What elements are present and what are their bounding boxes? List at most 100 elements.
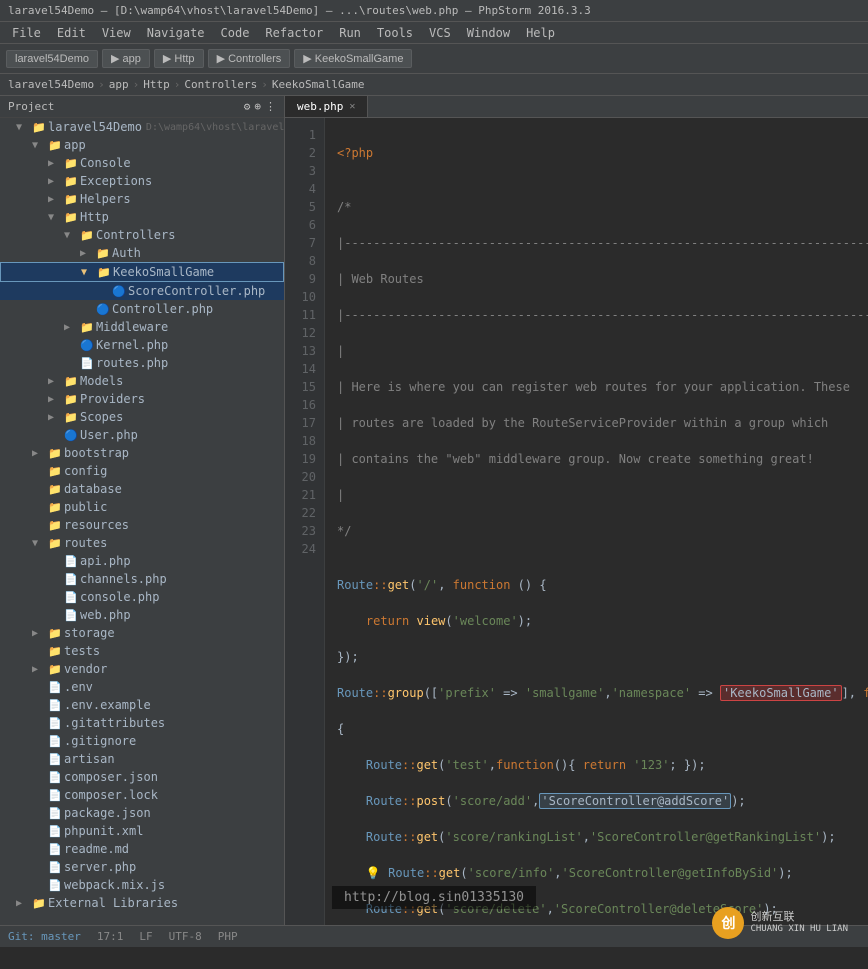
line-numbers: 1 2 3 4 5 6 7 8 9 10 11 12 13 14 15 16 1 <box>285 118 325 925</box>
tree-item-readme[interactable]: 📄 readme.md <box>0 840 284 858</box>
status-git: Git: master <box>8 930 81 943</box>
code-container: 1 2 3 4 5 6 7 8 9 10 11 12 13 14 15 16 1 <box>285 118 868 925</box>
menu-tools[interactable]: Tools <box>369 24 421 42</box>
toolbar-project-btn[interactable]: laravel54Demo <box>6 50 98 68</box>
tree-item-laravel54demo[interactable]: ▼ 📁 laravel54Demo D:\wamp64\vhost\larave… <box>0 118 284 136</box>
tree-item-auth[interactable]: ▶ 📁 Auth <box>0 244 284 262</box>
tree-item-keekosm[interactable]: ▼ 📁 KeekoSmallGame <box>0 262 284 282</box>
code-line-15: return view('welcome'); <box>337 612 868 630</box>
menu-refactor[interactable]: Refactor <box>257 24 331 42</box>
menu-view[interactable]: View <box>94 24 139 42</box>
tab-web-php[interactable]: web.php ✕ <box>285 96 368 117</box>
tree-item-vendor[interactable]: ▶ 📁 vendor <box>0 660 284 678</box>
sidebar-gear-icon[interactable]: ⋮ <box>265 100 276 113</box>
toolbar-http-btn[interactable]: ▶ Http <box>154 49 204 68</box>
editor-area[interactable]: 1 2 3 4 5 6 7 8 9 10 11 12 13 14 15 16 1 <box>285 118 868 925</box>
tree-item-scopes[interactable]: ▶ 📁 Scopes <box>0 408 284 426</box>
tree-item-http[interactable]: ▼ 📁 Http <box>0 208 284 226</box>
tree-item-artisan[interactable]: 📄 artisan <box>0 750 284 768</box>
code-line-9: | routes are loaded by the RouteServiceP… <box>337 414 868 432</box>
tree-item-server[interactable]: 📄 server.php <box>0 858 284 876</box>
tree-item-console-php[interactable]: 📄 console.php <box>0 588 284 606</box>
breadcrumb-item-http[interactable]: Http <box>143 78 170 91</box>
tree-item-storage[interactable]: ▶ 📁 storage <box>0 624 284 642</box>
tree-item-web-php[interactable]: 📄 web.php <box>0 606 284 624</box>
file-icon: 📄 <box>80 357 96 370</box>
folder-icon: 📁 <box>48 627 64 640</box>
sidebar-expand-icon[interactable]: ⊕ <box>254 100 261 113</box>
code-line-17: Route::group(['prefix' => 'smallgame','n… <box>337 684 868 702</box>
tree-item-user[interactable]: 🔵 User.php <box>0 426 284 444</box>
sidebar-settings-icon[interactable]: ⚙ <box>244 100 251 113</box>
breadcrumb-item-project[interactable]: laravel54Demo <box>8 78 94 91</box>
tree-item-controllers[interactable]: ▼ 📁 Controllers <box>0 226 284 244</box>
folder-icon: 📁 <box>48 447 64 460</box>
folder-icon: 📁 <box>80 321 96 334</box>
folder-icon: 📁 <box>64 211 80 224</box>
code-content[interactable]: <?php /* |------------------------------… <box>325 118 868 925</box>
tree-item-package-json[interactable]: 📄 package.json <box>0 804 284 822</box>
tree-item-exceptions[interactable]: ▶ 📁 Exceptions <box>0 172 284 190</box>
tree-item-controller[interactable]: 🔵 Controller.php <box>0 300 284 318</box>
file-icon: 📄 <box>48 861 64 874</box>
tree-item-app[interactable]: ▼ 📁 app <box>0 136 284 154</box>
tree-item-gitattributes[interactable]: 📄 .gitattributes <box>0 714 284 732</box>
tree-item-console[interactable]: ▶ 📁 Console <box>0 154 284 172</box>
folder-icon: 📁 <box>64 375 80 388</box>
code-line-19: Route::get('test',function(){ return '12… <box>337 756 868 774</box>
tree-item-resources[interactable]: 📁 resources <box>0 516 284 534</box>
tree-item-routes-php[interactable]: 📄 routes.php <box>0 354 284 372</box>
tree-item-api[interactable]: 📄 api.php <box>0 552 284 570</box>
tree-item-database[interactable]: 📁 database <box>0 480 284 498</box>
tree-item-composer-json[interactable]: 📄 composer.json <box>0 768 284 786</box>
tree-item-public[interactable]: 📁 public <box>0 498 284 516</box>
tree-item-config[interactable]: 📁 config <box>0 462 284 480</box>
breadcrumb-item-app[interactable]: app <box>109 78 129 91</box>
tree-item-gitignore[interactable]: 📄 .gitignore <box>0 732 284 750</box>
menu-file[interactable]: File <box>4 24 49 42</box>
tree-item-scorecontroller[interactable]: 🔵 ScoreController.php <box>0 282 284 300</box>
php-file-icon: 🔵 <box>112 285 128 298</box>
menu-edit[interactable]: Edit <box>49 24 94 42</box>
file-icon: 📄 <box>48 681 64 694</box>
tree-item-composer-lock[interactable]: 📄 composer.lock <box>0 786 284 804</box>
tree-item-kernel[interactable]: 🔵 Kernel.php <box>0 336 284 354</box>
tree-item-models[interactable]: ▶ 📁 Models <box>0 372 284 390</box>
breadcrumb-item-keeko[interactable]: KeekoSmallGame <box>272 78 365 91</box>
tree-item-routes-folder[interactable]: ▼ 📁 routes <box>0 534 284 552</box>
file-icon: 📄 <box>48 699 64 712</box>
toolbar-smallgame-btn[interactable]: ▶ KeekoSmallGame <box>294 49 412 68</box>
code-line-10: | contains the "web" middleware group. N… <box>337 450 868 468</box>
tree-item-middleware[interactable]: ▶ 📁 Middleware <box>0 318 284 336</box>
menu-help[interactable]: Help <box>518 24 563 42</box>
menu-vcs[interactable]: VCS <box>421 24 459 42</box>
tab-bar: web.php ✕ <box>285 96 868 118</box>
tree-item-channels[interactable]: 📄 channels.php <box>0 570 284 588</box>
tree-item-helpers[interactable]: ▶ 📁 Helpers <box>0 190 284 208</box>
toolbar-controllers-btn[interactable]: ▶ Controllers <box>208 49 291 68</box>
folder-icon: 📁 <box>64 175 80 188</box>
tree-item-tests[interactable]: 📁 tests <box>0 642 284 660</box>
file-icon: 📄 <box>48 843 64 856</box>
code-line-8: | Here is where you can register web rou… <box>337 378 868 396</box>
php-file-icon: 🔵 <box>80 339 96 352</box>
menu-window[interactable]: Window <box>459 24 518 42</box>
right-panel: web.php ✕ 1 2 3 4 5 6 7 8 9 10 11 <box>285 96 868 925</box>
tree-item-bootstrap[interactable]: ▶ 📁 bootstrap <box>0 444 284 462</box>
tree-item-providers[interactable]: ▶ 📁 Providers <box>0 390 284 408</box>
menu-run[interactable]: Run <box>331 24 369 42</box>
file-icon: 📄 <box>64 555 80 568</box>
tree-item-phpunit[interactable]: 📄 phpunit.xml <box>0 822 284 840</box>
tree-item-env-example[interactable]: 📄 .env.example <box>0 696 284 714</box>
code-line-21: Route::get('score/rankingList','ScoreCon… <box>337 828 868 846</box>
menu-navigate[interactable]: Navigate <box>139 24 213 42</box>
tree-item-webpack[interactable]: 📄 webpack.mix.js <box>0 876 284 894</box>
tree-item-env[interactable]: 📄 .env <box>0 678 284 696</box>
toolbar-app-btn[interactable]: ▶ app <box>102 49 150 68</box>
menu-code[interactable]: Code <box>213 24 258 42</box>
tab-web-php-close[interactable]: ✕ <box>349 101 355 112</box>
code-line-14: Route::get('/', function () { <box>337 576 868 594</box>
menu-bar: File Edit View Navigate Code Refactor Ru… <box>0 22 868 44</box>
breadcrumb-item-controllers[interactable]: Controllers <box>184 78 257 91</box>
tree-item-external-libs[interactable]: ▶ 📁 External Libraries <box>0 894 284 912</box>
